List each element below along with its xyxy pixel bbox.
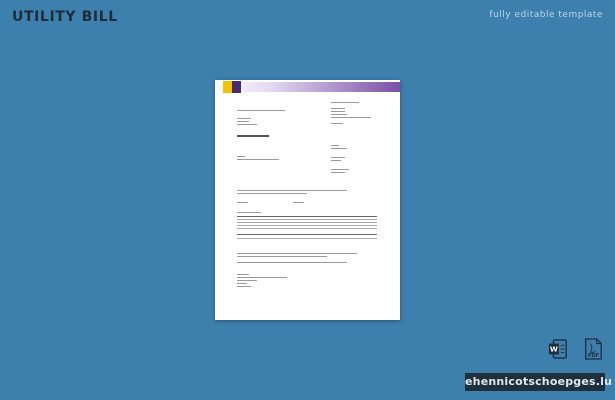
- word-icon[interactable]: W: [548, 338, 568, 360]
- consumption-table: [237, 216, 377, 239]
- page-title: UTILITY BILL: [12, 9, 118, 25]
- customer-info-row: [237, 202, 317, 205]
- document-preview: [215, 80, 400, 320]
- site-badge[interactable]: ehennicotschoepges.lu: [465, 373, 612, 391]
- company-logo: [223, 81, 241, 93]
- table-title: [237, 212, 261, 215]
- pdf-file-icon: PDF: [585, 338, 602, 360]
- closing-paragraph: [237, 253, 357, 265]
- signature-block: [237, 274, 287, 289]
- intro-paragraph: [237, 190, 347, 196]
- svg-text:W: W: [550, 345, 558, 354]
- svg-text:PDF: PDF: [588, 353, 599, 359]
- recipient-address-block: [237, 118, 263, 127]
- document-heading: [237, 135, 269, 139]
- subject-block: [237, 156, 279, 162]
- page-tagline: fully editable template: [489, 10, 603, 20]
- pdf-icon[interactable]: PDF: [583, 338, 603, 360]
- sender-address-block: [237, 110, 285, 113]
- document-header-band: [215, 82, 400, 92]
- invoice-meta-block: [331, 145, 353, 175]
- company-info-block: [331, 102, 371, 126]
- word-file-icon: W: [548, 339, 567, 359]
